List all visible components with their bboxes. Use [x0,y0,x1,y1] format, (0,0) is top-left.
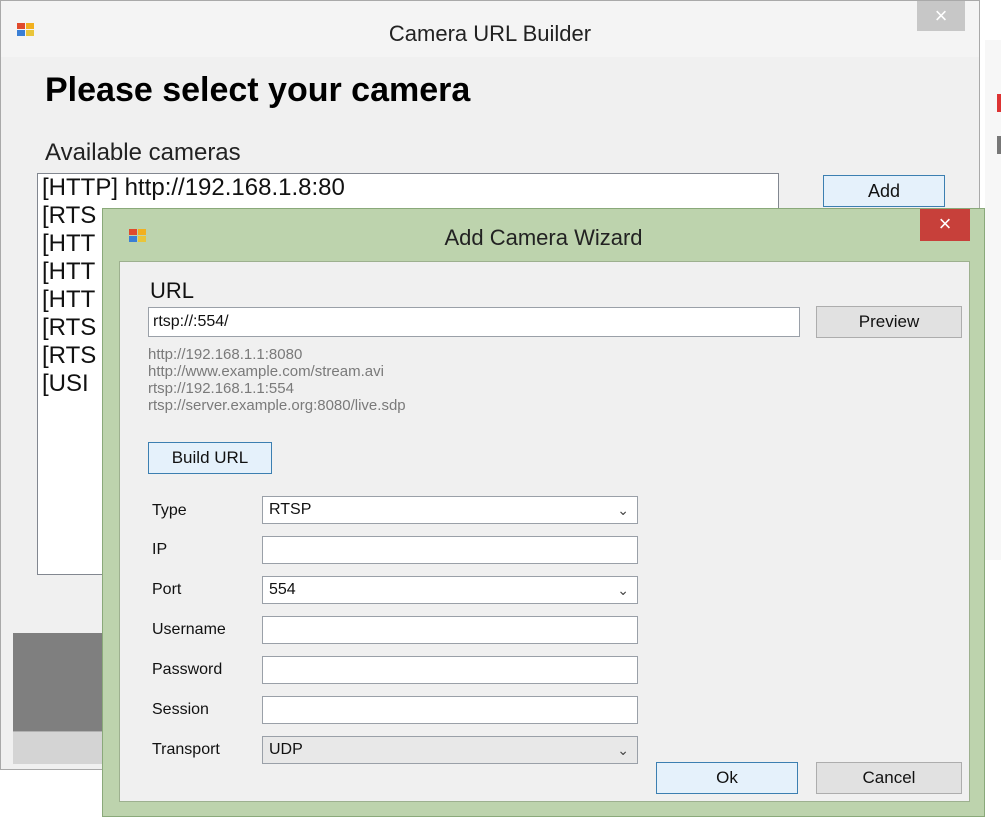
close-icon[interactable]: × [917,1,965,31]
ip-field[interactable] [262,536,638,564]
url-examples: http://192.168.1.1:8080 http://www.examp… [148,346,406,414]
window-title: Camera URL Builder [388,21,592,46]
add-camera-wizard-dialog: Add Camera Wizard × URL Preview http://1… [102,208,985,817]
preview-button[interactable]: Preview [816,306,962,338]
transport-value: UDP [269,741,303,758]
chevron-down-icon: ⌄ [617,582,629,598]
port-select[interactable]: 554 ⌄ [262,576,638,604]
list-item[interactable]: [HTTP] http://192.168.1.8:80 [42,174,778,202]
type-label: Type [152,502,187,519]
dialog-title: Add Camera Wizard [444,225,643,250]
back-title-bar[interactable]: Camera URL Builder × [1,1,979,57]
password-field[interactable] [262,656,638,684]
example-line: rtsp://server.example.org:8080/live.sdp [148,397,406,414]
close-icon[interactable]: × [920,209,970,241]
url-label: URL [150,278,195,303]
ip-label: IP [152,541,168,558]
type-select[interactable]: RTSP ⌄ [262,496,638,524]
background-window-edge [985,40,1001,560]
transport-select[interactable]: UDP ⌄ [262,736,638,764]
username-label: Username [152,621,226,638]
example-line: rtsp://192.168.1.1:554 [148,380,294,397]
type-value: RTSP [269,501,312,518]
chevron-down-icon: ⌄ [617,742,629,758]
username-field[interactable] [262,616,638,644]
password-label: Password [152,661,223,678]
url-input[interactable] [148,307,800,337]
example-line: http://192.168.1.1:8080 [148,346,303,363]
transport-label: Transport [152,741,220,758]
add-button[interactable]: Add [823,175,945,207]
example-line: http://www.example.com/stream.avi [148,363,384,380]
chevron-down-icon: ⌄ [617,502,629,518]
available-cameras-label: Available cameras [45,139,241,166]
page-heading: Please select your camera [45,71,471,109]
session-label: Session [152,701,209,718]
session-field[interactable] [262,696,638,724]
port-label: Port [152,581,182,598]
cancel-button[interactable]: Cancel [816,762,962,794]
dialog-client-area: URL Preview http://192.168.1.1:8080 http… [119,261,970,802]
port-value: 554 [269,581,296,598]
build-url-button[interactable]: Build URL [148,442,272,474]
ok-button[interactable]: Ok [656,762,798,794]
